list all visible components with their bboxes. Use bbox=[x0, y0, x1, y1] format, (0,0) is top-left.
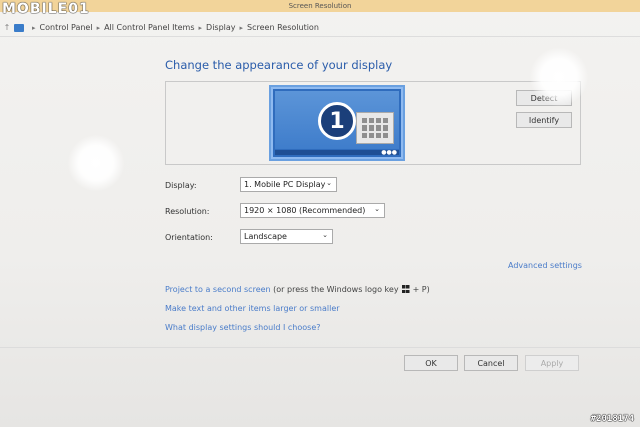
display-select[interactable]: 1. Mobile PC Display ⌄ bbox=[240, 177, 337, 192]
monitor-number-badge: 1 bbox=[318, 102, 356, 140]
project-second-screen-link[interactable]: Project to a second screen bbox=[165, 285, 271, 294]
breadcrumb-separator: ▸ bbox=[198, 23, 203, 32]
breadcrumb-screen-resolution[interactable]: Screen Resolution bbox=[247, 23, 319, 32]
chevron-down-icon: ⌄ bbox=[326, 179, 332, 187]
start-tiles-icon bbox=[356, 112, 394, 144]
chevron-down-icon: ⌄ bbox=[374, 205, 380, 213]
resolution-select[interactable]: 1920 × 1080 (Recommended) ⌄ bbox=[240, 203, 385, 218]
watermark-photo-id: #2018174 bbox=[590, 414, 634, 424]
windows-logo-icon bbox=[401, 285, 410, 293]
project-line: Project to a second screen (or press the… bbox=[165, 285, 430, 294]
window-title: Screen Resolution bbox=[288, 2, 352, 10]
watermark-logo: MOBILE01 bbox=[2, 1, 90, 17]
display-help-link[interactable]: What display settings should I choose? bbox=[165, 323, 321, 332]
breadcrumb-display[interactable]: Display bbox=[206, 23, 236, 32]
breadcrumb-all-items[interactable]: All Control Panel Items bbox=[104, 23, 194, 32]
control-panel-icon bbox=[14, 23, 24, 32]
window-title-bar: Screen Resolution bbox=[0, 0, 640, 12]
identify-button[interactable]: Identify bbox=[516, 112, 572, 128]
orientation-select[interactable]: Landscape ⌄ bbox=[240, 229, 333, 244]
orientation-select-value: Landscape bbox=[244, 232, 287, 241]
text-size-link[interactable]: Make text and other items larger or smal… bbox=[165, 304, 340, 313]
resolution-label: Resolution: bbox=[165, 207, 210, 216]
chevron-down-icon: ⌄ bbox=[322, 231, 328, 239]
advanced-settings-link[interactable]: Advanced settings bbox=[508, 261, 582, 270]
breadcrumb-separator: ▸ bbox=[96, 23, 101, 32]
address-bar: ↑ ▸ Control Panel ▸ All Control Panel It… bbox=[0, 19, 640, 37]
orientation-label: Orientation: bbox=[165, 233, 213, 242]
cancel-button[interactable]: Cancel bbox=[464, 355, 518, 371]
footer-divider bbox=[0, 347, 640, 348]
resolution-select-value: 1920 × 1080 (Recommended) bbox=[244, 206, 366, 215]
breadcrumb-separator: ▸ bbox=[32, 23, 36, 32]
up-arrow-icon[interactable]: ↑ bbox=[0, 23, 14, 32]
ok-button[interactable]: OK bbox=[404, 355, 458, 371]
breadcrumb-control-panel[interactable]: Control Panel bbox=[40, 23, 93, 32]
display-select-value: 1. Mobile PC Display bbox=[244, 180, 326, 189]
photo-glare bbox=[68, 135, 124, 191]
project-hint-suffix: + P) bbox=[412, 285, 430, 294]
apply-button[interactable]: Apply bbox=[525, 355, 579, 371]
breadcrumb-separator: ▸ bbox=[239, 23, 244, 32]
page-title: Change the appearance of your display bbox=[165, 58, 393, 72]
photo-glare bbox=[530, 48, 588, 106]
monitor-dots-icon: ●●● bbox=[381, 149, 397, 156]
project-hint-text: (or press the Windows logo key bbox=[273, 285, 399, 294]
display-label: Display: bbox=[165, 181, 197, 190]
